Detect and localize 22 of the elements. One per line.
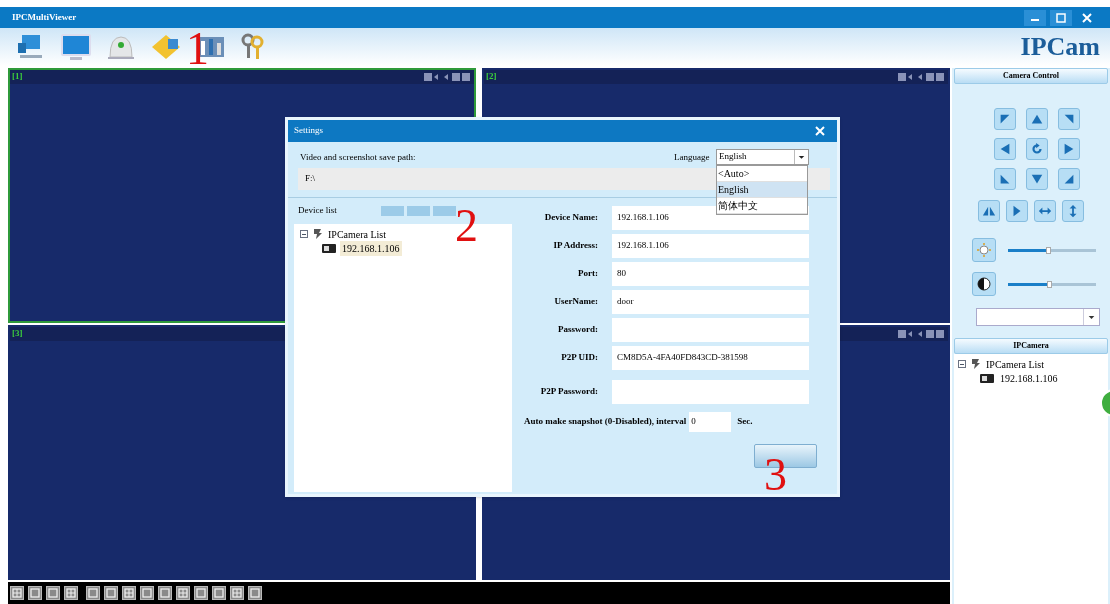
annotation-number: 2: [455, 203, 478, 249]
field-label: Video and screenshot save path:: [300, 151, 416, 164]
cell-label: [2]: [486, 70, 497, 84]
window-title: IPCMultiViewer: [12, 10, 77, 24]
cell-label: [1]: [12, 70, 23, 84]
unit-label: Sec.: [737, 415, 753, 429]
field-label: IP Address:: [552, 239, 598, 253]
snapshot-label: Auto make snapshot (0-Disabled), interval: [524, 415, 687, 429]
panel-title: IPCamera: [1013, 340, 1049, 352]
field-label: Port:: [577, 267, 598, 281]
field-label: P2P UID:: [560, 351, 598, 365]
field-label: P2P Password:: [539, 385, 598, 399]
brand-logo: IPCam: [1020, 34, 1100, 60]
cell-label: [3]: [12, 327, 23, 341]
field-label: UserName:: [553, 295, 598, 309]
field-label: Language: [674, 151, 710, 164]
section-label: Device list: [298, 204, 337, 218]
annotation-number: 3: [764, 452, 787, 498]
dialog-title: Settings: [294, 124, 323, 138]
field-label: Password:: [557, 323, 598, 337]
panel-title: Camera Control: [1002, 70, 1060, 82]
field-label: Device Name:: [543, 211, 598, 225]
